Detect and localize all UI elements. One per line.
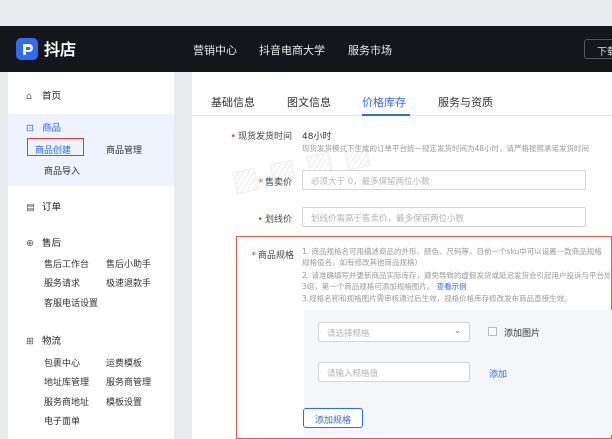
home-icon: ⌂ xyxy=(26,91,33,102)
spec-hint-3: 3.规格名称和规格图片需审核通过后生效，规格价格库存修改发布商品直接生效。 xyxy=(302,294,572,303)
sidebar-item-aftersales-workbench[interactable]: 售后工作台 xyxy=(44,257,89,270)
add-image-checkbox[interactable] xyxy=(488,327,497,336)
nav-marketing-center[interactable]: 营销中心 xyxy=(193,42,237,58)
highlight-box xyxy=(27,138,84,156)
aftersales-icon: ⊕ xyxy=(26,238,34,249)
spec-hint-1: 1. 商品规格名可用描述商品的外形、颜色、尺码等，目前一个sku中可以设置一款商… xyxy=(302,247,602,256)
nav-service-market[interactable]: 服务市场 xyxy=(348,42,392,58)
sidebar-item-provider-address[interactable]: 服务商地址 xyxy=(44,395,89,408)
add-value-link[interactable]: 添加 xyxy=(489,367,507,380)
strike-price-input[interactable]: 划线价需高于售卖价，最多保留两位小数 xyxy=(302,207,586,227)
douyin-store-logo-icon[interactable] xyxy=(16,38,38,60)
tab-graphic-info[interactable]: 图文信息 xyxy=(287,94,331,110)
sidebar-item-provider-manage[interactable]: 服务商管理 xyxy=(106,375,151,388)
ship-time-value: 48小时 xyxy=(302,132,332,142)
sidebar-item-template-settings[interactable]: 模板设置 xyxy=(106,395,142,408)
sidebar-item-fast-refund[interactable]: 极速退款手 xyxy=(106,276,151,289)
sidebar-item-aftersales-assistant[interactable]: 售后小助手 xyxy=(106,257,151,270)
chevron-down-icon: ⌄ xyxy=(453,326,461,336)
ship-time-label: • 现货发货时间 xyxy=(230,132,292,142)
add-image-label: 添加图片 xyxy=(504,329,541,339)
spec-hint-2b: 3组，第一个商品规格可添加规格图片。 查看示例 xyxy=(302,282,467,291)
spec-value-input[interactable]: 请输入规格值 xyxy=(318,362,470,382)
logo-text: 抖店 xyxy=(44,40,77,59)
tab-basic-info[interactable]: 基础信息 xyxy=(211,94,255,110)
sidebar-item-e-waybill[interactable]: 电子面单 xyxy=(44,414,80,427)
sidebar-group-logistics[interactable]: ⊞ 物流 xyxy=(26,333,61,347)
sale-price-input[interactable]: 必须大于 0，最多保留两位小数 xyxy=(302,170,586,190)
sidebar-group-orders[interactable]: ▤ 订单 xyxy=(26,199,61,213)
tab-price-inventory[interactable]: 价格库存 xyxy=(362,94,406,110)
sidebar-item-home[interactable]: ⌂ 首页 xyxy=(26,88,61,102)
sidebar-item-phone-settings[interactable]: 客服电话设置 xyxy=(44,296,98,309)
order-icon: ▤ xyxy=(26,202,35,213)
bag-icon: ⊡ xyxy=(26,123,34,134)
sidebar-group-aftersales[interactable]: ⊕ 售后 xyxy=(26,235,61,249)
sidebar-item-service-request[interactable]: 服务请求 xyxy=(44,276,80,289)
spec-hint-2: 2. 请准确填写并更新商品实际库存，避免导致的虚假发货或延迟发货会引起用户投诉与… xyxy=(302,271,610,280)
ship-time-hint: 现货发货模式下生成的订单平台统一规定发货时间为48小时，请严格按照承诺发货时间 xyxy=(302,144,590,153)
sidebar-item-product-manage[interactable]: 商品管理 xyxy=(106,143,142,156)
download-button[interactable]: 下载 xyxy=(584,39,612,59)
truck-icon: ⊞ xyxy=(26,336,34,347)
nav-ecommerce-university[interactable]: 抖音电商大学 xyxy=(259,42,325,58)
active-tab-indicator xyxy=(362,114,410,116)
add-spec-button[interactable]: 添加规格 xyxy=(303,408,363,428)
sidebar-group-products[interactable]: ⊡ 商品 xyxy=(26,120,61,134)
sidebar-item-freight-template[interactable]: 运费模板 xyxy=(106,356,142,369)
sidebar-item-address-manage[interactable]: 地址库管理 xyxy=(44,375,89,388)
tab-service-qualification[interactable]: 服务与资质 xyxy=(438,94,493,110)
sidebar-item-product-import[interactable]: 商品导入 xyxy=(44,164,80,177)
sale-price-label: * 售卖价 xyxy=(258,178,292,188)
strike-price-label: • 划线价 xyxy=(257,215,292,225)
spec-hint-1b: 规格值名，如有修改其他商品规格） xyxy=(302,258,422,267)
view-example-link[interactable]: 查看示例 xyxy=(437,282,467,291)
sidebar-item-package-center[interactable]: 包裹中心 xyxy=(44,356,80,369)
spec-select[interactable]: 请选择规格 ⌄ xyxy=(318,322,470,342)
spec-label: * 商品规格 xyxy=(251,251,294,261)
top-navigation-bar: 抖店 营销中心 抖音电商大学 服务市场 下载 xyxy=(0,26,612,72)
